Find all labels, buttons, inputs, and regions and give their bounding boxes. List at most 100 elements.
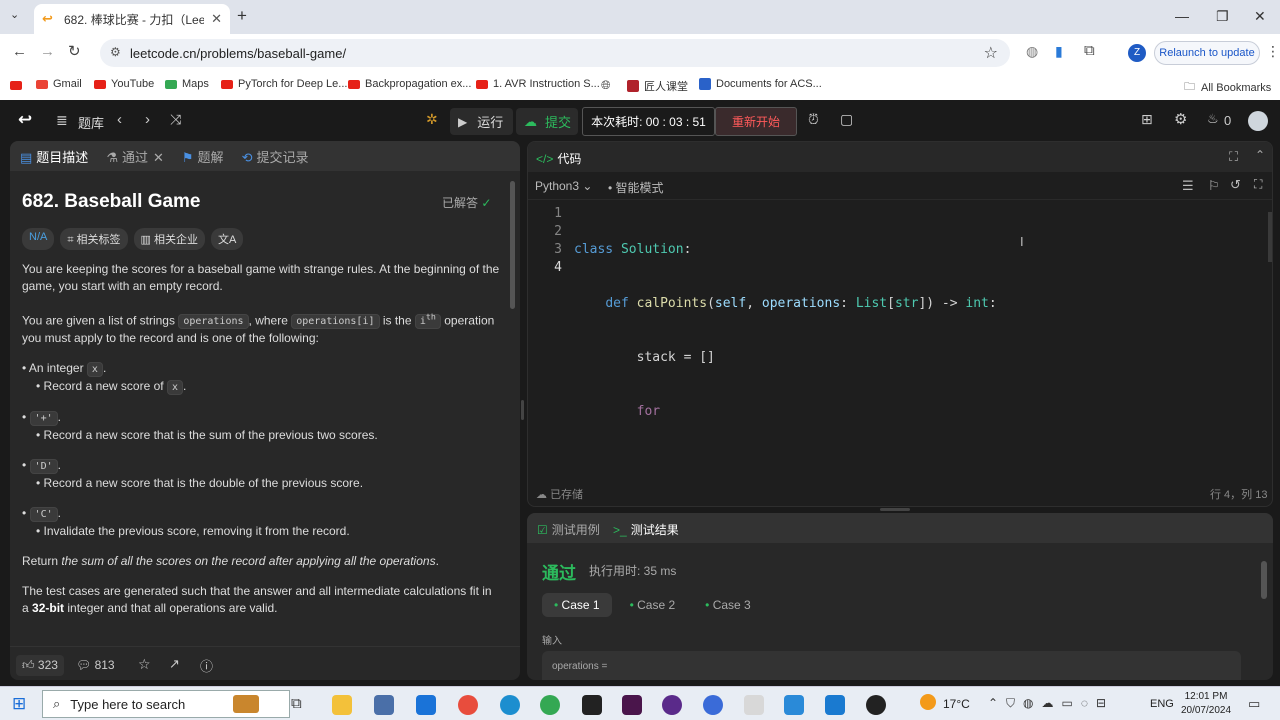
share-icon[interactable]: ↗ — [169, 656, 180, 672]
tab-testcase[interactable]: ☑ 测试用例 — [537, 521, 600, 538]
tray-icons[interactable]: ⌃⛉◍☁▭◌⊟ — [988, 696, 1114, 711]
tab-description[interactable]: ▤ 题目描述 — [20, 147, 88, 166]
submit-button[interactable]: ☁ 提交 — [516, 108, 578, 135]
favorite-star-icon[interactable]: ☆ — [138, 656, 151, 673]
bookmark-maps[interactable]: Maps — [165, 78, 209, 90]
prev-problem-icon[interactable]: ‹ — [117, 111, 122, 128]
bookmark-youtube[interactable]: YouTube — [94, 78, 154, 90]
language-select[interactable]: Python3 ⌄ — [535, 179, 592, 193]
fullscreen-icon[interactable]: ⛶ — [1229, 149, 1238, 165]
edge-icon[interactable] — [500, 695, 520, 715]
leetcode-logo-icon[interactable]: ↩ — [18, 110, 32, 130]
bookmark-icon[interactable]: ⚐ — [1208, 178, 1220, 194]
bookmark-star-icon[interactable]: ☆ — [984, 43, 998, 63]
clock[interactable]: 12:01 PM 20/07/2024 — [1178, 690, 1234, 718]
tab-close-icon[interactable]: ✕ — [211, 11, 222, 27]
user-avatar[interactable] — [1248, 111, 1268, 131]
language-indicator[interactable]: ENG — [1150, 698, 1174, 710]
bookmark-acs[interactable]: Documents for ACS... — [699, 78, 822, 90]
run-button[interactable]: ▶ 运行 — [450, 108, 513, 135]
alarm-icon[interactable]: ⏰︎ — [808, 111, 819, 128]
settings-gear-icon[interactable]: ⚙ — [1174, 110, 1187, 128]
smart-mode-toggle[interactable]: • 智能模式 — [608, 179, 664, 196]
menu-icon[interactable]: ⋮ — [1266, 43, 1280, 60]
chrome-2-icon[interactable] — [540, 695, 560, 715]
editor-scrollbar[interactable] — [1268, 212, 1272, 262]
photos-icon[interactable] — [784, 695, 804, 715]
task-view-icon[interactable]: ⧉ — [291, 695, 302, 712]
file-explorer-icon[interactable] — [332, 695, 352, 715]
case-2-tab[interactable]: • Case 2 — [618, 593, 688, 617]
site-info-icon[interactable]: ⚙ — [110, 45, 121, 59]
vertical-resize-handle[interactable] — [521, 400, 524, 420]
maximize-icon[interactable]: ❐ — [1216, 8, 1229, 25]
all-bookmarks[interactable]: 🗀 All Bookmarks — [1184, 78, 1271, 97]
browser-tab[interactable]: ↩ 682. 棒球比赛 - 力扣（LeetCod ✕ — [34, 4, 230, 34]
reload-icon[interactable]: ↻ — [68, 42, 81, 60]
comments-button[interactable]: 💬︎ 813 — [76, 658, 115, 672]
format-icon[interactable]: ☰ — [1182, 178, 1194, 194]
weather-icon[interactable] — [920, 694, 936, 710]
forward-icon[interactable]: → — [40, 43, 55, 60]
relaunch-button[interactable]: Relaunch to update — [1154, 41, 1260, 65]
reset-icon[interactable]: ↺ — [1230, 177, 1241, 193]
mail-icon[interactable] — [416, 695, 436, 715]
windows-start-icon[interactable]: ⊞ — [12, 694, 26, 714]
note-icon[interactable]: ▢ — [840, 111, 853, 128]
translate-icon[interactable]: 文A — [210, 228, 244, 250]
taskbar-search[interactable]: ⌕ Type here to search — [42, 690, 290, 718]
profile-avatar[interactable]: Z — [1128, 44, 1146, 62]
bookmark-jiangren[interactable]: 匠人课堂 — [627, 78, 688, 94]
tab-list-chevron-icon[interactable]: ⌄ — [10, 8, 19, 21]
paint-icon[interactable] — [744, 695, 764, 715]
expand-icon[interactable]: ⛶ — [1254, 177, 1262, 192]
tab-accepted[interactable]: ⚗ 通过 ✕ — [106, 147, 164, 166]
record-app-icon[interactable] — [866, 695, 886, 715]
extension-icon[interactable]: ◍ — [1026, 43, 1038, 60]
tab-close-icon[interactable]: ✕ — [153, 150, 164, 165]
youtube-bookmark-icon[interactable] — [10, 81, 22, 90]
code-tab[interactable]: </> 代码 — [536, 150, 581, 167]
extension-2-icon[interactable]: ▮ — [1055, 43, 1063, 60]
help-icon[interactable]: ⓘ — [200, 656, 213, 675]
vscode-icon[interactable] — [825, 695, 845, 715]
related-companies-button[interactable]: ▥ 相关企业 — [133, 228, 205, 250]
layout-grid-icon[interactable]: ⊞ — [1141, 111, 1153, 128]
left-scrollbar[interactable] — [510, 181, 515, 309]
result-scrollbar[interactable] — [1261, 561, 1267, 599]
close-window-icon[interactable]: ✕ — [1254, 8, 1266, 25]
bookmark-backprop[interactable]: Backpropagation ex... — [348, 78, 471, 90]
notification-icon[interactable]: ▭ — [1248, 696, 1260, 712]
like-button[interactable]: 👍︎ 323 — [16, 655, 64, 676]
url-bar[interactable]: ⚙ leetcode.cn/problems/baseball-game/ ☆ — [100, 39, 1010, 67]
problem-list-link[interactable]: 题库 — [78, 113, 104, 132]
new-tab-icon[interactable]: + — [237, 6, 247, 26]
flame-icon[interactable]: ♨ — [1207, 111, 1219, 127]
random-icon[interactable]: ⤨ — [170, 111, 181, 128]
bookmark-pytorch[interactable]: PyTorch for Deep Le... — [221, 78, 347, 90]
chrome-icon[interactable] — [458, 695, 478, 715]
globe-icon[interactable]: 🌐︎ — [601, 78, 611, 93]
tab-test-result[interactable]: >_ 测试结果 — [613, 521, 679, 538]
store-icon[interactable] — [374, 695, 394, 715]
case-3-tab[interactable]: • Case 3 — [693, 593, 763, 617]
related-tags-button[interactable]: ⌗ 相关标签 — [60, 228, 128, 250]
restart-button[interactable]: 重新开始 — [715, 107, 797, 136]
minimize-icon[interactable]: — — [1175, 8, 1189, 24]
code-area[interactable]: class Solution: def calPoints(self, oper… — [574, 205, 1254, 457]
tab-solutions[interactable]: ⚑ 题解 — [182, 147, 224, 166]
timer-box[interactable]: 本次耗时: 00 : 03 : 51 — [582, 107, 715, 136]
tab-submissions[interactable]: ⟲ 提交记录 — [242, 147, 309, 166]
bookmark-avr[interactable]: 1. AVR Instruction S... — [476, 78, 600, 90]
terminal-app-icon[interactable] — [582, 695, 602, 715]
extensions-puzzle-icon[interactable]: ⧉ — [1084, 42, 1095, 59]
slack-icon[interactable] — [622, 695, 642, 715]
obs-icon[interactable] — [662, 695, 682, 715]
bookmark-gmail[interactable]: Gmail — [36, 78, 82, 90]
difficulty-badge[interactable]: N/A — [22, 228, 55, 250]
next-problem-icon[interactable]: › — [145, 111, 150, 128]
panel-resize-handle[interactable] — [880, 508, 910, 511]
app-circle-icon[interactable] — [703, 695, 723, 715]
debug-icon[interactable]: ✲ — [426, 111, 438, 128]
back-icon[interactable]: ← — [12, 43, 27, 60]
